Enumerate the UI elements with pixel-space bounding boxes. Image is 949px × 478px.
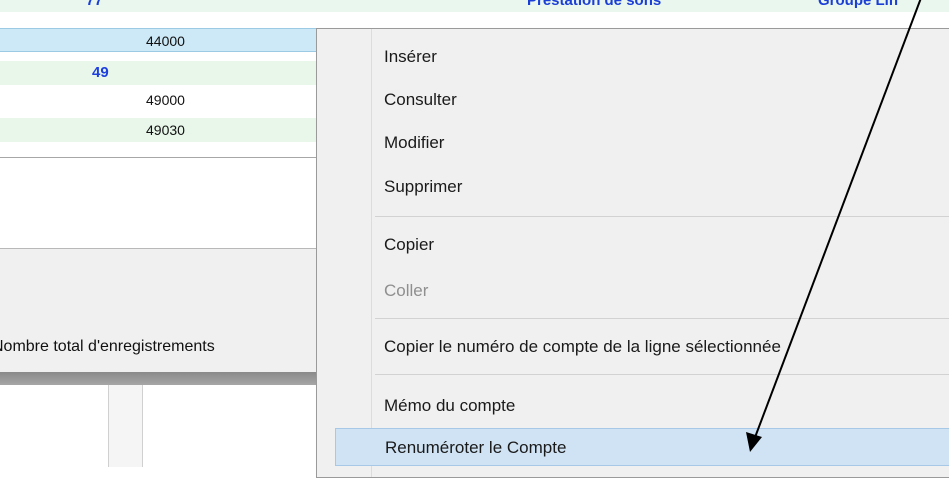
header-cut-text-3: Groupe Lin [818, 0, 898, 9]
column-divider [142, 385, 143, 467]
account-number-cell: 49000 [146, 92, 185, 108]
column-divider [108, 385, 109, 467]
header-cut-text-2: Prestation de sons [527, 0, 662, 9]
menu-item-modifier[interactable]: Modifier [372, 124, 949, 162]
menu-separator [375, 216, 949, 217]
menu-separator [375, 318, 949, 319]
context-menu: Insérer Consulter Modifier Supprimer Cop… [316, 28, 949, 478]
lower-grid-column [108, 385, 142, 467]
menu-item-coller: Coller [384, 281, 429, 300]
status-bar: Nombre total d'enregistrements [0, 330, 316, 372]
menu-item-consulter[interactable]: Consulter [372, 81, 949, 119]
menu-item-account-memo[interactable]: Mémo du compte [372, 387, 949, 425]
account-number-cell: 49030 [146, 122, 185, 138]
grid-header-strip: 77 Prestation de sons Groupe Lin [0, 0, 949, 12]
splitter-bar[interactable] [0, 372, 316, 385]
menu-item-inserer[interactable]: Insérer [372, 38, 949, 76]
toolbar-panel [0, 248, 316, 330]
table-row[interactable]: 49030 [0, 118, 316, 142]
table-row[interactable]: 49 [0, 61, 316, 85]
account-number-cell: 44000 [146, 33, 185, 49]
header-cut-text-1: 77 [86, 0, 103, 9]
table-row[interactable]: 49000 [0, 88, 316, 112]
table-row[interactable]: 44000 [0, 28, 316, 52]
menu-item-supprimer[interactable]: Supprimer [372, 168, 949, 206]
menu-item-copy-account-number[interactable]: Copier le numéro de compte de la ligne s… [372, 328, 949, 366]
lower-grid [0, 385, 316, 467]
menu-item-renumber-account[interactable]: Renuméroter le Compte [335, 428, 949, 466]
menu-separator [375, 374, 949, 375]
menu-item-copier[interactable]: Copier [372, 226, 949, 264]
record-count-label: Nombre total d'enregistrements [0, 338, 215, 355]
context-menu-icon-gutter [317, 29, 372, 477]
account-group-cell: 49 [92, 64, 109, 81]
grid-empty-area [0, 158, 316, 248]
